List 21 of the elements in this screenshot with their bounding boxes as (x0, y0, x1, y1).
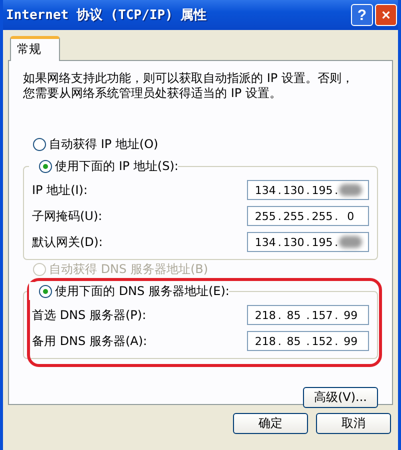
field-label: 首选 DNS 服务器(P): (32, 306, 146, 324)
description-text: 如果网络支持此功能，则可以获取自动指派的 IP 设置。否则，您需要从网络系统管理员处获得适当的 IP 设置。 (23, 71, 354, 101)
close-button[interactable]: × (375, 4, 397, 26)
ip-address-field[interactable]: 134 . 130 . 195 . (247, 232, 369, 252)
field-label: 备用 DNS 服务器(A): (32, 332, 148, 350)
advanced-button[interactable]: 高级(V)... (302, 387, 378, 408)
radio-option[interactable]: 使用下面的 DNS 服务器地址(E): (39, 282, 230, 300)
ip-address-field[interactable]: 134 . 130 . 195 . (247, 180, 369, 200)
window-title: Internet 协议 (TCP/IP) 属性 (6, 6, 208, 24)
ip-address-field[interactable]: 218 . 85 . 157 . 99 (247, 305, 369, 325)
field-label: 默认网关(D): (32, 234, 103, 250)
ip-address-field[interactable]: 218 . 85 . 152 . 99 (247, 331, 369, 351)
tab[interactable]: 常规 (10, 36, 60, 61)
field-label: IP 地址(I): (32, 182, 88, 198)
dialog-button[interactable]: 确定 (233, 413, 308, 434)
field-label: 子网掩码(U): (32, 208, 102, 224)
ip-address-field[interactable]: 255 . 255 . 255 . 0 (247, 206, 369, 226)
help-button[interactable]: ? (351, 4, 373, 26)
radio-option[interactable]: 使用下面的 IP 地址(S): (39, 157, 178, 175)
radio-option[interactable]: 自动获得 IP 地址(O) (33, 135, 378, 153)
dialog-button[interactable]: 取消 (316, 413, 391, 434)
